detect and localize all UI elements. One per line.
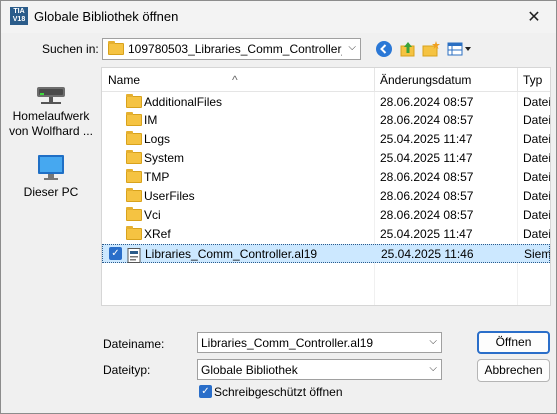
folder-icon (126, 207, 142, 221)
file-date: 25.04.2025 11:47 (380, 151, 473, 165)
selection-checkbox[interactable]: ✓ (109, 247, 122, 260)
close-button[interactable]: ✕ (512, 1, 556, 33)
chevron-down-icon: ⌵ (429, 363, 437, 374)
file-name: Logs (144, 132, 171, 146)
close-icon: ✕ (527, 9, 541, 26)
folder-icon (126, 150, 142, 164)
folder-icon (126, 188, 142, 202)
folder-icon (108, 41, 124, 55)
file-type: Siemens (524, 247, 551, 261)
folder-icon (126, 112, 142, 126)
file-name: TMP (144, 170, 170, 184)
filename-label: Dateiname: (103, 337, 165, 351)
folder-icon (126, 94, 142, 108)
folder-icon (126, 226, 142, 240)
file-type: Dateiordner (523, 132, 551, 146)
window-title: Globale Bibliothek öffnen (34, 9, 179, 24)
place-label: Dieser PC (23, 185, 79, 199)
lookin-value: 109780503_Libraries_Comm_Controller_LIB_… (128, 42, 342, 56)
filetype-dropdown[interactable]: Globale Bibliothek ⌵ (197, 359, 442, 380)
file-type: Dateiordner (523, 113, 551, 127)
file-name: XRef (144, 227, 171, 241)
file-name: Vci (144, 208, 161, 222)
list-item-selected[interactable]: ✓ Libraries_Comm_Controller.al19 25.04.2… (102, 244, 550, 263)
file-date: 28.06.2024 08:57 (380, 208, 474, 222)
file-date: 28.06.2024 08:57 (380, 113, 474, 127)
chevron-down-icon[interactable]: ⌵ (429, 336, 437, 347)
title-bar: TIA V18 Globale Bibliothek öffnen ✕ (1, 1, 556, 33)
readonly-label[interactable]: Schreibgeschützt öffnen (214, 385, 343, 399)
sort-ascending-icon: ^ (232, 73, 238, 87)
file-name: Libraries_Comm_Controller.al19 (145, 247, 318, 261)
file-name: IM (144, 113, 158, 127)
file-name: UserFiles (144, 189, 195, 203)
list-item[interactable]: XRef 25.04.2025 11:47 Dateiordner (102, 225, 550, 244)
column-header-row: ^ Name Änderungsdatum Typ (102, 68, 550, 92)
file-type: Dateiordner (523, 170, 551, 184)
column-divider[interactable] (517, 68, 518, 92)
file-date: 25.04.2025 11:47 (380, 227, 473, 241)
column-date-header[interactable]: Änderungsdatum (380, 73, 471, 87)
readonly-checkbox[interactable]: ✓ (199, 385, 212, 398)
file-type: Dateiordner (523, 189, 551, 203)
file-date: 25.04.2025 11:47 (380, 132, 473, 146)
file-date: 28.06.2024 08:57 (380, 189, 474, 203)
chevron-down-icon: ⌵ (348, 42, 356, 53)
file-type: Dateiordner (523, 151, 551, 165)
list-item[interactable]: AdditionalFiles 28.06.2024 08:57 Dateior… (102, 93, 550, 112)
column-type-header[interactable]: Typ (523, 73, 542, 87)
column-name-header[interactable]: Name (108, 73, 140, 87)
file-date: 28.06.2024 08:57 (380, 170, 474, 184)
lookin-label: Suchen in: (42, 42, 99, 56)
cancel-button[interactable]: Abbrechen (477, 359, 550, 382)
view-menu-icon[interactable] (447, 40, 473, 58)
place-home-drive[interactable]: Homelaufwerk von Wolfhard ... (1, 81, 101, 139)
list-item[interactable]: UserFiles 28.06.2024 08:57 Dateiordner (102, 187, 550, 206)
new-folder-icon[interactable] (422, 40, 440, 58)
filename-value: Libraries_Comm_Controller.al19 (201, 336, 374, 350)
place-label: Homelaufwerk von Wolfhard ... (9, 109, 93, 138)
list-item[interactable]: IM 28.06.2024 08:57 Dateiordner (102, 111, 550, 130)
list-item[interactable]: Vci 28.06.2024 08:57 Dateiordner (102, 206, 550, 225)
column-divider[interactable] (374, 68, 375, 92)
file-list[interactable]: ^ Name Änderungsdatum Typ AdditionalFile… (101, 67, 551, 306)
open-library-dialog: TIA V18 Globale Bibliothek öffnen ✕ Suche… (0, 0, 557, 414)
list-item[interactable]: System 25.04.2025 11:47 Dateiordner (102, 149, 550, 168)
file-type: Dateiordner (523, 208, 551, 222)
computer-icon (35, 153, 67, 183)
open-button[interactable]: Öffnen (477, 331, 550, 354)
file-type: Dateiordner (523, 95, 551, 109)
filetype-label: Dateityp: (103, 363, 151, 377)
lookin-dropdown[interactable]: 109780503_Libraries_Comm_Controller_LIB_… (102, 38, 361, 60)
file-name: System (144, 151, 185, 165)
back-icon[interactable] (375, 40, 393, 58)
tia-portal-icon: TIA V18 (10, 7, 28, 25)
place-this-pc[interactable]: Dieser PC (1, 153, 101, 200)
filename-input[interactable]: Libraries_Comm_Controller.al19 ⌵ (197, 332, 442, 353)
file-date: 28.06.2024 08:57 (380, 95, 474, 109)
folder-icon (126, 169, 142, 183)
list-item[interactable]: Logs 25.04.2025 11:47 Dateiordner (102, 130, 550, 149)
list-item[interactable]: TMP 28.06.2024 08:57 Dateiordner (102, 168, 550, 187)
filetype-value: Globale Bibliothek (201, 363, 298, 377)
network-drive-icon (35, 81, 67, 107)
folder-icon (126, 131, 142, 145)
places-bar: Homelaufwerk von Wolfhard ... Dieser PC (1, 67, 101, 307)
file-date: 25.04.2025 11:46 (381, 247, 474, 261)
library-file-icon (127, 248, 141, 266)
up-folder-icon[interactable] (399, 40, 417, 58)
file-name: AdditionalFiles (144, 95, 223, 109)
file-type: Dateiordner (523, 227, 551, 241)
